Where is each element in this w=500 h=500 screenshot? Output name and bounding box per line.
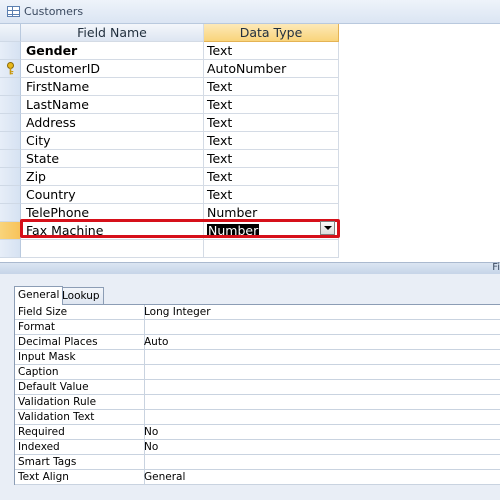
field-row[interactable]: LastName Text (0, 96, 500, 114)
property-name: Indexed (15, 440, 145, 454)
property-value[interactable] (142, 350, 499, 364)
property-row[interactable]: Format (15, 320, 500, 335)
field-row[interactable]: Address Text (0, 114, 500, 132)
property-name: Field Size (15, 305, 145, 319)
data-type-cell[interactable]: Text (204, 132, 339, 150)
row-selector[interactable] (0, 96, 21, 114)
property-name: Input Mask (15, 350, 145, 364)
field-name-cell[interactable]: Gender (21, 42, 204, 60)
property-row[interactable]: Input Mask (15, 350, 500, 365)
property-name: Validation Text (15, 410, 145, 424)
data-type-cell[interactable]: Text (204, 114, 339, 132)
data-type-cell[interactable] (204, 240, 339, 258)
property-value[interactable]: No (142, 440, 499, 454)
row-selector[interactable] (0, 60, 21, 78)
property-row[interactable]: Validation Text (15, 410, 500, 425)
property-value[interactable] (142, 320, 499, 334)
row-selector[interactable] (0, 240, 21, 258)
property-row[interactable]: Text Align General (15, 470, 500, 485)
primary-key-icon (7, 62, 14, 75)
property-name: Decimal Places (15, 335, 145, 349)
data-type-cell[interactable]: Text (204, 186, 339, 204)
row-selector[interactable] (0, 186, 21, 204)
data-type-cell[interactable]: Text (204, 150, 339, 168)
property-value[interactable] (142, 410, 499, 424)
property-row[interactable]: Decimal Places Auto (15, 335, 500, 350)
field-name-header[interactable]: Field Name (21, 24, 204, 42)
field-name-cell[interactable]: FirstName (21, 78, 204, 96)
window-titlebar: Customers (0, 0, 500, 24)
property-row[interactable]: Required No (15, 425, 500, 440)
property-name: Validation Rule (15, 395, 145, 409)
tab-general[interactable]: General (14, 286, 64, 305)
field-name-cell[interactable]: CustomerID (21, 60, 204, 78)
property-value[interactable] (142, 395, 499, 409)
property-value[interactable]: No (142, 425, 499, 439)
row-selector[interactable] (0, 42, 21, 60)
property-value[interactable] (142, 455, 499, 469)
field-name-cell[interactable]: City (21, 132, 204, 150)
field-name-cell[interactable]: Address (21, 114, 204, 132)
field-row[interactable]: State Text (0, 150, 500, 168)
highlight-annotation (20, 219, 340, 238)
field-name-cell[interactable]: State (21, 150, 204, 168)
property-value[interactable]: Long Integer (142, 305, 499, 319)
property-sheet: Field Size Long Integer Format Decimal Pl… (14, 304, 500, 485)
property-value[interactable]: Auto (142, 335, 499, 349)
property-value[interactable] (142, 365, 499, 379)
data-type-dropdown-button[interactable] (320, 221, 335, 235)
field-row[interactable]: Zip Text (0, 168, 500, 186)
empty-field-row[interactable] (0, 240, 500, 258)
row-selector[interactable] (0, 132, 21, 150)
row-selector[interactable] (0, 78, 21, 96)
tab-lookup[interactable]: Lookup (58, 287, 104, 305)
grid-header-row: Field Name Data Type (0, 24, 500, 42)
property-row[interactable]: Indexed No (15, 440, 500, 455)
property-value[interactable]: General (142, 470, 499, 484)
window-title: Customers (24, 5, 84, 18)
field-row[interactable]: Gender Text (0, 42, 500, 60)
row-selector[interactable] (0, 222, 21, 240)
property-name: Format (15, 320, 145, 334)
field-name-cell[interactable]: LastName (21, 96, 204, 114)
property-name: Default Value (15, 380, 145, 394)
data-type-cell[interactable]: AutoNumber (204, 60, 339, 78)
data-type-cell[interactable]: Text (204, 42, 339, 60)
property-name: Caption (15, 365, 145, 379)
field-row[interactable]: FirstName Text (0, 78, 500, 96)
property-row[interactable]: Validation Rule (15, 395, 500, 410)
data-type-cell[interactable]: Text (204, 96, 339, 114)
row-selector[interactable] (0, 168, 21, 186)
data-type-cell[interactable]: Text (204, 78, 339, 96)
row-selector[interactable] (0, 114, 21, 132)
field-row[interactable]: City Text (0, 132, 500, 150)
data-type-header[interactable]: Data Type (204, 24, 339, 42)
property-row[interactable]: Field Size Long Integer (15, 305, 500, 320)
field-name-cell[interactable]: Country (21, 186, 204, 204)
row-selector[interactable] (0, 204, 21, 222)
property-name: Required (15, 425, 145, 439)
data-type-cell[interactable]: Text (204, 168, 339, 186)
property-row[interactable]: Caption (15, 365, 500, 380)
row-selector[interactable] (0, 150, 21, 168)
field-name-cell[interactable]: Zip (21, 168, 204, 186)
property-row[interactable]: Default Value (15, 380, 500, 395)
field-properties-label: Fi (492, 262, 500, 273)
property-row[interactable]: Smart Tags (15, 455, 500, 470)
header-selector[interactable] (0, 24, 21, 42)
property-name: Text Align (15, 470, 145, 484)
field-row[interactable]: Country Text (0, 186, 500, 204)
field-row[interactable]: CustomerID AutoNumber (0, 60, 500, 78)
property-name: Smart Tags (15, 455, 145, 469)
table-icon (7, 6, 20, 17)
field-name-cell[interactable] (21, 240, 204, 258)
property-value[interactable] (142, 380, 499, 394)
